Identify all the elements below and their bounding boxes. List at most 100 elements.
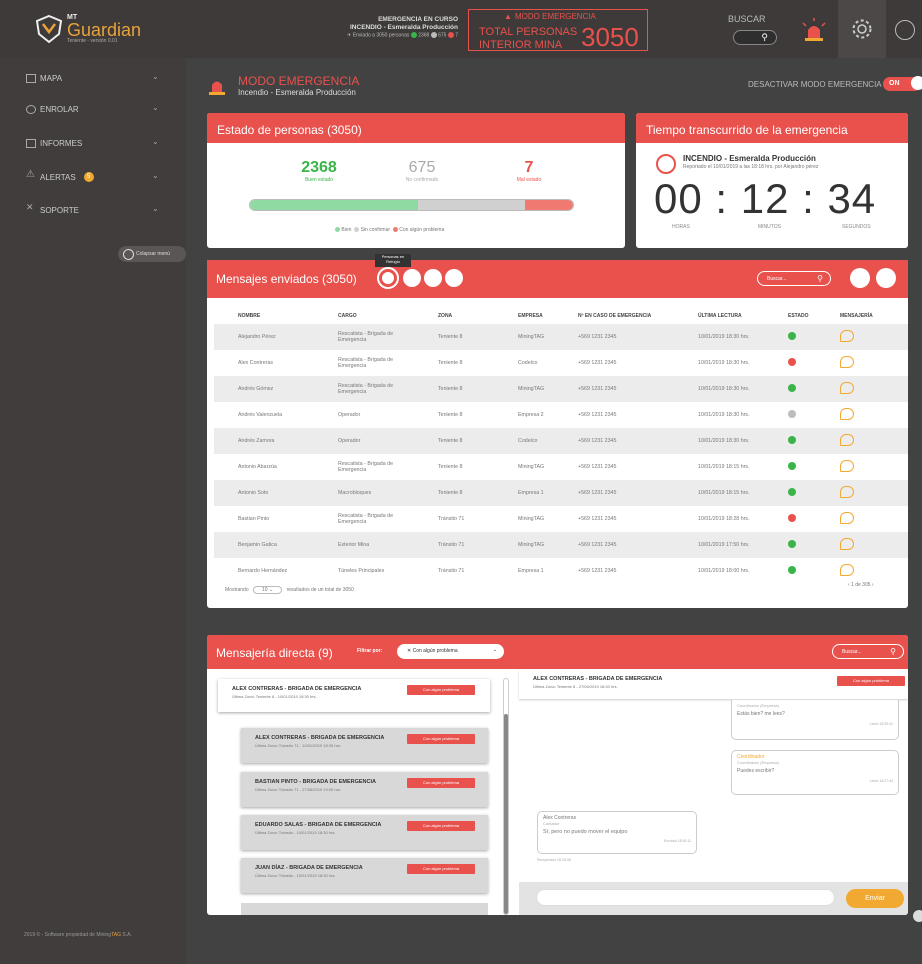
chat-icon[interactable]: [840, 512, 854, 524]
sidebar-item-soporte[interactable]: ✕ SOPORTE ⌄: [26, 202, 159, 218]
column-header[interactable]: ESTADO: [764, 308, 816, 324]
chat-icon[interactable]: [840, 330, 854, 342]
filter-select[interactable]: ✕ Con algún problema ⌄: [397, 644, 504, 659]
check-icon: [788, 462, 796, 470]
search-icon: ⚲: [761, 32, 768, 42]
message-author-role: Contador: [543, 821, 560, 826]
sidebar-item-enrolar[interactable]: ENROLAR ⌄: [26, 101, 159, 117]
table-row[interactable]: Bernardo Hernández Túneles Principales Trá…: [214, 558, 908, 584]
column-header[interactable]: NOMBRE: [214, 308, 314, 324]
conversation-item[interactable]: BASTIAN PINTO - BRIGADA DE EMERGENCIA Úl…: [241, 772, 488, 807]
gear-icon: [852, 19, 872, 39]
conversation-item[interactable]: ALEX CONTRERAS - BRIGADA DE EMERGENCIA Ú…: [241, 728, 488, 763]
sidebar-footer: 2019 © - Software propiedad de MiningTAG…: [24, 932, 132, 938]
pdf-export-icon[interactable]: [850, 268, 870, 288]
table-row[interactable]: Andrés Zamora Operador Teniente 8 Codelco +5…: [214, 428, 908, 454]
prev-page-icon[interactable]: ‹: [848, 582, 850, 588]
cell-mensajeria: [816, 532, 908, 558]
chat-message: Coordinador Coordinador (Empresa) Puedes…: [731, 750, 899, 795]
legend-unconfirmed: Sin confirmar: [360, 227, 391, 233]
refuge-filter-icon[interactable]: [377, 267, 399, 289]
excel-export-icon[interactable]: [876, 268, 896, 288]
page-size-value: 10: [262, 587, 268, 593]
check-icon: [788, 566, 796, 574]
cell-zona: Teniente 8: [438, 464, 463, 470]
column-header[interactable]: ÚLTIMA LECTURA: [674, 308, 764, 324]
showing-prefix: Mostrando: [225, 587, 249, 593]
chat-icon[interactable]: [840, 434, 854, 446]
column-header[interactable]: Nº EN CASO DE EMERGENCIA: [554, 308, 674, 324]
table-row[interactable]: Alejandro Pérez Rescatista - Brigada de E…: [214, 324, 908, 350]
panel-title: Mensajes enviados (3050): [216, 272, 357, 286]
conversation-item[interactable]: ALEX CONTRERAS - BRIGADA DE EMERGENCIA Ú…: [218, 679, 490, 712]
unconfirmed-value: 675: [408, 159, 436, 176]
page-size-select[interactable]: 10 ⌄: [253, 586, 283, 594]
search-button[interactable]: ⚲: [733, 30, 777, 45]
lifebuoy-filter-icon[interactable]: [445, 269, 463, 287]
conversation-item[interactable]: JUAN DÍAZ - BRIGADA DE EMERGENCIA Última…: [241, 858, 488, 893]
chat-icon[interactable]: [840, 564, 854, 576]
chat-message-input[interactable]: [536, 889, 835, 906]
settings-button[interactable]: [838, 0, 886, 58]
total-line1: TOTAL PERSONAS: [479, 26, 578, 38]
chat-icon[interactable]: [840, 538, 854, 550]
column-header[interactable]: MENSAJERÍA: [816, 308, 908, 324]
count-unconfirmed: 675: [438, 32, 447, 39]
column-header[interactable]: ZONA: [414, 308, 494, 324]
total-people-box: ▲ MODO EMERGENCIA TOTAL PERSONAS INTERIO…: [468, 9, 648, 52]
legend-bad: Con algún problema: [399, 227, 445, 233]
sidebar-item-alertas[interactable]: ⚠ ALERTAS 5 ⌄: [26, 169, 159, 185]
table-row[interactable]: Antonio Abarzúa Rescatista - Brigada de E…: [214, 454, 908, 480]
medical-filter-icon[interactable]: [424, 269, 442, 287]
table-row[interactable]: Andrés Valenzuela Operador Teniente 8 Empre…: [214, 402, 908, 428]
check-icon: [788, 332, 796, 340]
chat-icon[interactable]: [840, 486, 854, 498]
next-page-icon[interactable]: ›: [872, 582, 874, 588]
emergency-summary: EMERGENCIA EN CURSO INCENDIO - Esmeralda…: [290, 16, 458, 39]
scroll-top-icon[interactable]: [913, 910, 922, 922]
collapse-menu-button[interactable]: Colapsar menú: [118, 246, 186, 262]
alarm-light-icon[interactable]: [799, 18, 829, 42]
cell-cargo: Rescatista - Brigada de Emergencia: [314, 324, 414, 350]
cell-lectura: 10/01/2019 18:00 hrs.: [698, 568, 750, 574]
chevron-down-icon: ⌄: [152, 72, 159, 81]
status-badge: Con algún problema: [407, 821, 475, 831]
chat-icon[interactable]: [840, 460, 854, 472]
direct-search-input[interactable]: Buscar... ⚲: [832, 644, 904, 659]
chat-icon[interactable]: [840, 382, 854, 394]
column-header[interactable]: EMPRESA: [494, 308, 554, 324]
event-subtitle: Reportado el 10/01/2019 a las 18:18 hrs.…: [683, 164, 819, 170]
cell-tel: +569 1231 2345: [554, 324, 674, 350]
table-row[interactable]: Benjamin Gatica Exterior Mina Tránsito 71 M…: [214, 532, 908, 558]
alarm-light-icon: [209, 81, 225, 95]
table-row[interactable]: Alex Contreras Rescatista - Brigada de Em…: [214, 350, 908, 376]
conversation-item[interactable]: [241, 903, 488, 915]
user-icon[interactable]: [895, 20, 915, 40]
chat-compose: Enviar: [519, 882, 908, 915]
emergency-mode-label: MODO EMERGENCIA: [515, 12, 596, 21]
conversation-item[interactable]: EDUARDO SALAS - BRIGADA DE EMERGENCIA Úl…: [241, 815, 488, 850]
filter-clear-icon[interactable]: ✕: [407, 648, 411, 654]
sidebar-item-informes[interactable]: INFORMES ⌄: [26, 135, 159, 151]
table-search-input[interactable]: Buscar... ⚲: [757, 271, 831, 286]
bad-dot-icon: [392, 227, 398, 233]
sidebar-item-mapa[interactable]: MAPA ⌄: [26, 70, 159, 86]
table-row[interactable]: Andrés Gómez Rescatista - Brigada de Emer…: [214, 376, 908, 402]
table-row[interactable]: Bastian Pinto Rescatista - Brigada de Eme…: [214, 506, 908, 532]
emergency-mode-toggle[interactable]: ON: [883, 76, 922, 91]
fire-filter-icon[interactable]: [403, 269, 421, 287]
collapse-menu-label: Colapsar menú: [136, 251, 170, 257]
search-icon: ⚲: [890, 647, 896, 656]
conversation-zone: Última Zona: Tránsito 71 - 27/08/2019 19…: [255, 787, 342, 792]
chevron-down-icon: ⌄: [152, 171, 159, 180]
chat-icon[interactable]: [840, 408, 854, 420]
send-button[interactable]: Enviar: [846, 889, 904, 908]
elapsed-timer: 00 : 12 : 34: [654, 175, 877, 222]
cell-lectura: 10/01/2019 17:50 hrs.: [674, 532, 764, 558]
table-row[interactable]: Antonio Soto Macrobloques Teniente 8 Empres…: [214, 480, 908, 506]
chat-icon[interactable]: [840, 356, 854, 368]
conversation-scrollbar[interactable]: [503, 678, 509, 915]
app-logo[interactable]: MT Guardian Teniente - versión 0.01: [34, 14, 141, 44]
cell-empresa: Empresa 2: [518, 412, 544, 418]
column-header[interactable]: CARGO: [314, 308, 414, 324]
